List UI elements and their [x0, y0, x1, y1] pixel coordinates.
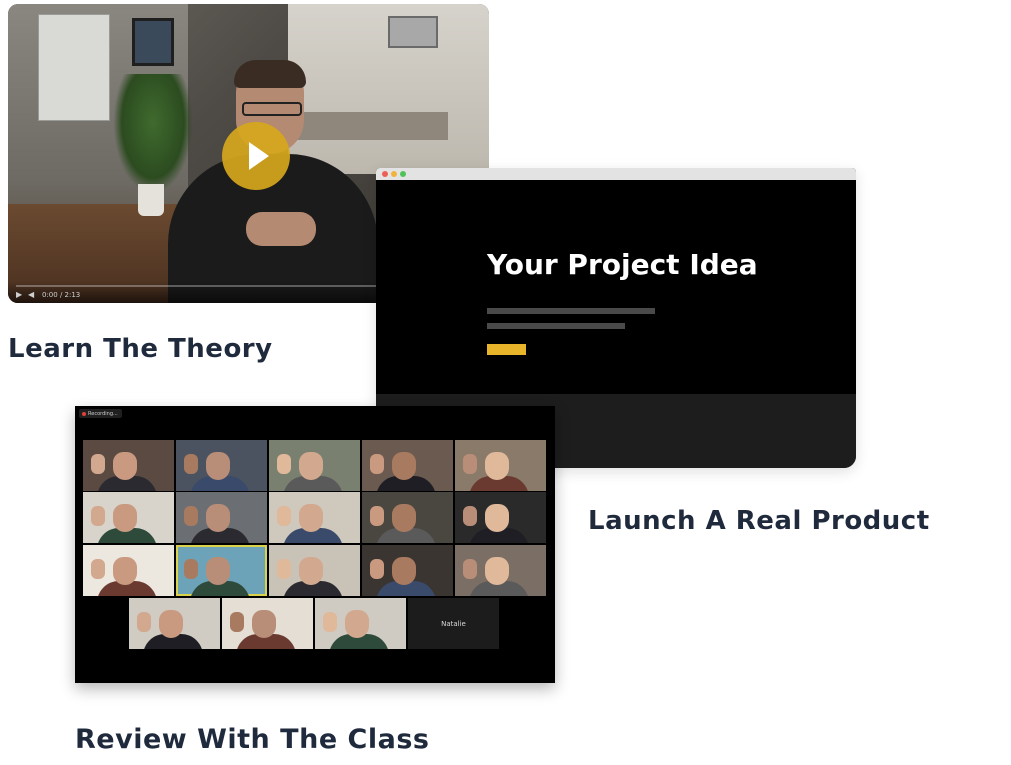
browser-content: Your Project Idea	[376, 180, 856, 394]
participant-face	[252, 610, 276, 638]
waving-hand	[370, 559, 384, 579]
plant	[113, 74, 193, 194]
waving-hand	[277, 506, 291, 526]
waving-hand	[463, 506, 477, 526]
caption-launch-product: Launch A Real Product	[588, 506, 930, 536]
video-meeting-window: Recording... Natalie	[75, 406, 555, 683]
browser-titlebar	[376, 168, 856, 180]
participant-face	[206, 452, 230, 480]
waving-hand	[277, 559, 291, 579]
project-title: Your Project Idea	[487, 248, 758, 281]
participant-tile[interactable]	[362, 545, 453, 596]
time-readout: 0:00 / 2:13	[42, 291, 81, 299]
participant-face	[485, 557, 509, 585]
cta-button-placeholder[interactable]	[487, 344, 526, 355]
recording-label: Recording...	[88, 410, 118, 417]
participant-face	[392, 557, 416, 585]
participant-face	[345, 610, 369, 638]
presenter-hands	[246, 212, 316, 246]
participant-face	[485, 452, 509, 480]
participant-tile[interactable]	[269, 545, 360, 596]
participant-tile[interactable]	[129, 598, 220, 649]
play-icon	[249, 142, 269, 170]
participant-face	[485, 504, 509, 532]
participant-face	[113, 557, 137, 585]
waving-hand	[230, 612, 244, 632]
participant-face	[299, 557, 323, 585]
caption-review-class: Review With The Class	[75, 724, 430, 755]
participant-face	[159, 610, 183, 638]
play-small-icon[interactable]: ▶	[16, 290, 22, 299]
participant-tile[interactable]	[269, 492, 360, 543]
minimize-window-icon[interactable]	[391, 171, 397, 177]
volume-icon[interactable]: ◀	[28, 290, 34, 299]
participant-tile-camera-off[interactable]: Natalie	[408, 598, 499, 649]
participant-tile[interactable]	[362, 492, 453, 543]
waving-hand	[184, 559, 198, 579]
participant-tile[interactable]	[83, 545, 174, 596]
caption-learn-theory: Learn The Theory	[8, 334, 273, 364]
participant-face	[299, 504, 323, 532]
participant-face	[392, 452, 416, 480]
text-placeholder-line	[487, 323, 625, 329]
waving-hand	[463, 454, 477, 474]
presenter-hair	[234, 60, 306, 88]
participant-tile[interactable]	[455, 492, 546, 543]
participant-face	[299, 452, 323, 480]
microwave	[388, 16, 438, 48]
participant-tile[interactable]	[455, 545, 546, 596]
waving-hand	[184, 506, 198, 526]
participant-tile[interactable]	[176, 440, 267, 491]
participant-tile[interactable]	[455, 440, 546, 491]
play-button[interactable]	[222, 122, 290, 190]
recording-dot-icon	[82, 411, 86, 416]
waving-hand	[370, 454, 384, 474]
participant-tile[interactable]	[362, 440, 453, 491]
waving-hand	[277, 454, 291, 474]
plant-pot	[138, 184, 164, 216]
waving-hand	[184, 454, 198, 474]
waving-hand	[137, 612, 151, 632]
participant-tile[interactable]	[315, 598, 406, 649]
presenter-glasses	[242, 102, 302, 116]
participant-tile[interactable]	[176, 545, 267, 596]
waving-hand	[91, 559, 105, 579]
participant-tile[interactable]	[269, 440, 360, 491]
participant-tile[interactable]	[222, 598, 313, 649]
waving-hand	[463, 559, 477, 579]
close-window-icon[interactable]	[382, 171, 388, 177]
waving-hand	[91, 506, 105, 526]
text-placeholder-line	[487, 308, 655, 314]
participant-face	[206, 557, 230, 585]
participant-face	[206, 504, 230, 532]
participant-tile[interactable]	[83, 440, 174, 491]
recording-indicator: Recording...	[79, 409, 122, 418]
participant-tile[interactable]	[176, 492, 267, 543]
maximize-window-icon[interactable]	[400, 171, 406, 177]
participant-tile[interactable]	[83, 492, 174, 543]
waving-hand	[323, 612, 337, 632]
participant-face	[113, 452, 137, 480]
wall-picture	[132, 18, 174, 66]
participant-face	[113, 504, 137, 532]
waving-hand	[91, 454, 105, 474]
whiteboard	[38, 14, 110, 121]
participant-face	[392, 504, 416, 532]
waving-hand	[370, 506, 384, 526]
participant-name: Natalie	[441, 619, 466, 628]
